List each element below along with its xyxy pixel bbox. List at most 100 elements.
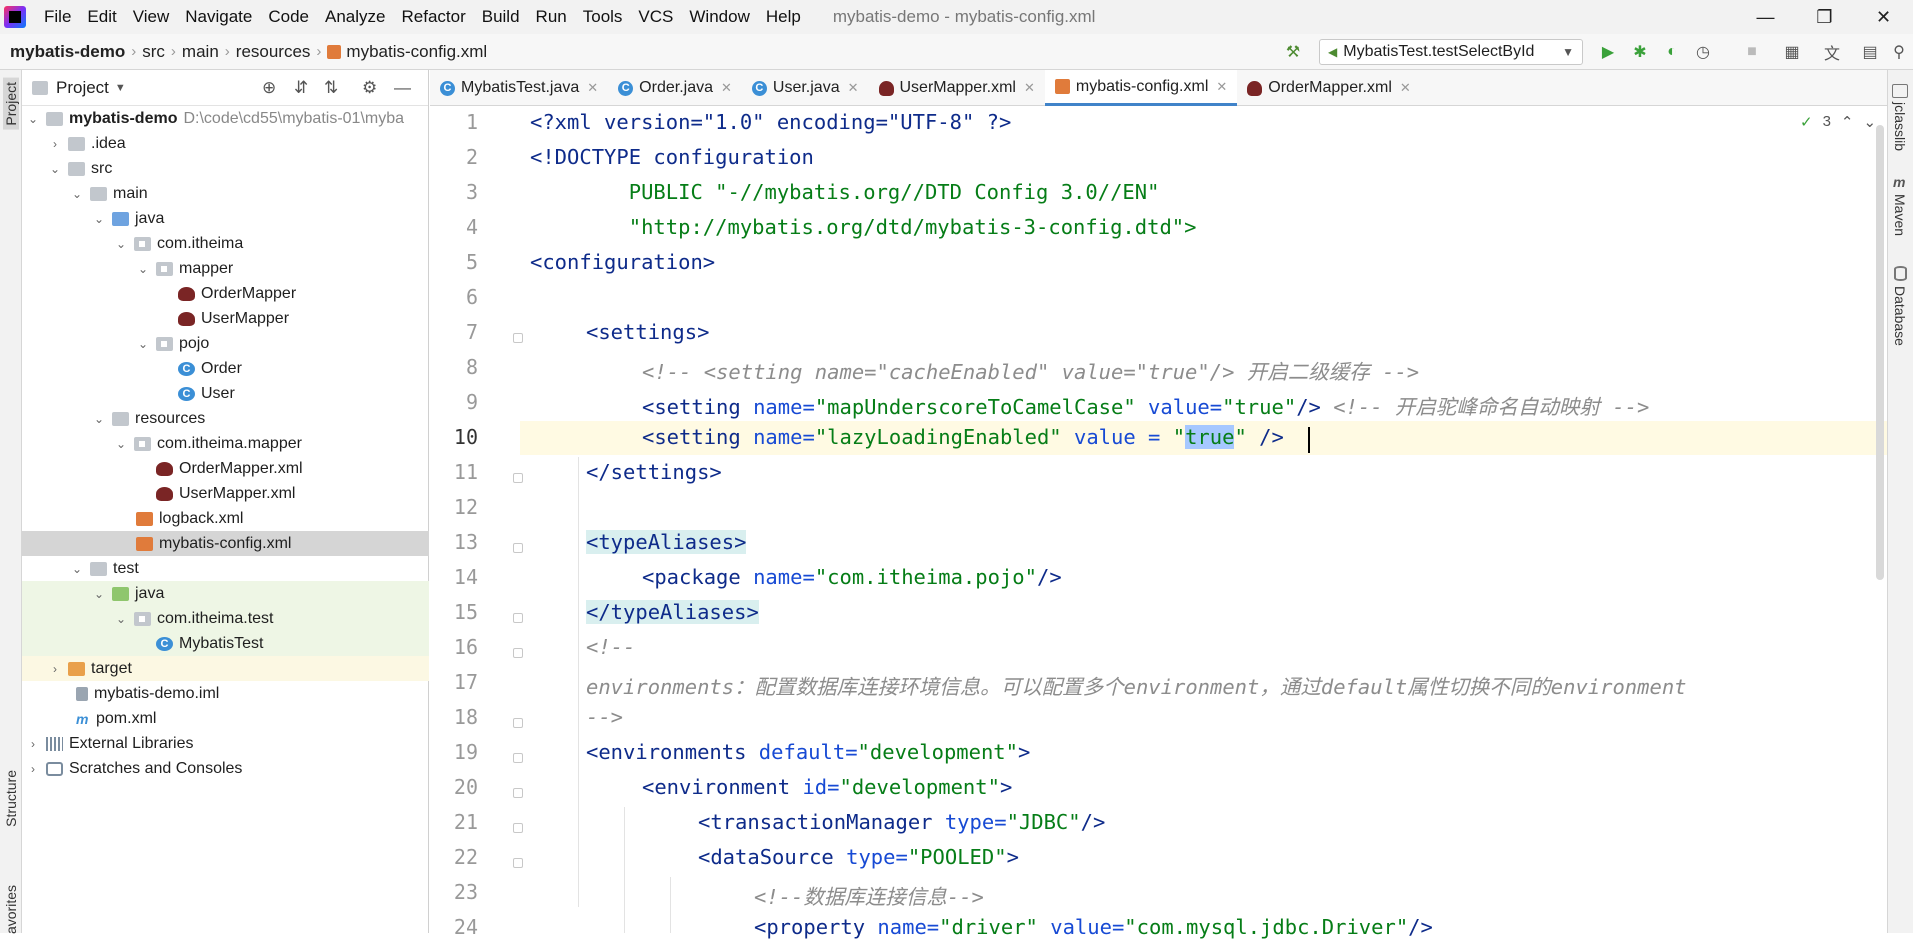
minimize-button[interactable]: — xyxy=(1736,0,1795,34)
chevron-down-icon[interactable]: ⌄ xyxy=(114,437,128,451)
gear-icon[interactable]: ⚙ xyxy=(362,78,377,98)
menu-navigate[interactable]: Navigate xyxy=(177,7,260,27)
menu-view[interactable]: View xyxy=(125,7,178,27)
tree-item-ordermapper[interactable]: OrderMapper xyxy=(22,281,429,306)
tree-item-user[interactable]: C User xyxy=(22,381,429,406)
tab-usermapper-xml[interactable]: UserMapper.xml ✕ xyxy=(869,70,1045,106)
tree-item-test-java[interactable]: ⌄ java xyxy=(22,581,429,606)
chevron-up-icon[interactable]: ⌃ xyxy=(1841,113,1854,131)
menu-analyze[interactable]: Analyze xyxy=(317,7,393,27)
close-window-button[interactable]: ✕ xyxy=(1854,0,1913,34)
tree-item-order[interactable]: C Order xyxy=(22,356,429,381)
tree-item-test[interactable]: ⌄ test xyxy=(22,556,429,581)
tree-item-idea[interactable]: › .idea xyxy=(22,131,429,156)
chevron-down-icon[interactable]: ⌄ xyxy=(48,162,62,176)
structure-tool-tab[interactable]: Structure xyxy=(3,770,19,827)
tree-item-external-libraries[interactable]: › External Libraries xyxy=(22,731,429,756)
jclasslib-tool-tab[interactable]: jclasslib xyxy=(1892,102,1908,151)
tree-item-mybatistest[interactable]: C MybatisTest xyxy=(22,631,429,656)
tab-mybatis-config-xml[interactable]: mybatis-config.xml ✕ xyxy=(1044,70,1238,106)
chevron-right-icon[interactable]: › xyxy=(26,737,40,751)
tree-item-com-itheima[interactable]: ⌄ com.itheima xyxy=(22,231,429,256)
tree-item-scratches[interactable]: › Scratches and Consoles xyxy=(22,756,429,781)
fold-marker-icon[interactable] xyxy=(513,823,523,833)
chevron-down-icon[interactable]: ⌄ xyxy=(136,262,150,276)
tree-item-pom-xml[interactable]: m pom.xml xyxy=(22,706,429,731)
tree-item-usermapper-xml[interactable]: UserMapper.xml xyxy=(22,481,429,506)
menu-refactor[interactable]: Refactor xyxy=(393,7,473,27)
close-icon[interactable]: ✕ xyxy=(1216,79,1227,95)
menu-build[interactable]: Build xyxy=(474,7,528,27)
code-editor[interactable]: ✓ 3 ⌃ ⌄ 1 2 3 4 5 6 7 8 9 10 11 12 13 14… xyxy=(430,107,1887,939)
tree-item-target[interactable]: › target xyxy=(22,656,429,681)
tab-user-java[interactable]: C User.java ✕ xyxy=(742,70,869,106)
fold-marker-icon[interactable] xyxy=(513,333,523,343)
close-icon[interactable]: ✕ xyxy=(1024,80,1035,96)
fold-marker-icon[interactable] xyxy=(513,858,523,868)
search-icon[interactable]: ⚲ xyxy=(1889,42,1909,62)
run-configuration-select[interactable]: ◀ MybatisTest.testSelectById ▼ xyxy=(1319,39,1583,65)
tree-item-project-root[interactable]: ⌄ mybatis-demo D:\code\cd55\mybatis-01\m… xyxy=(22,106,429,131)
tab-ordermapper-xml[interactable]: OrderMapper.xml ✕ xyxy=(1237,70,1421,106)
database-tool-tab[interactable]: Database xyxy=(1892,286,1908,346)
tree-item-iml[interactable]: mybatis-demo.iml xyxy=(22,681,429,706)
tree-item-src[interactable]: ⌄ src xyxy=(22,156,429,181)
menu-vcs[interactable]: VCS xyxy=(630,7,681,27)
inspection-widget[interactable]: ✓ 3 ⌃ ⌄ xyxy=(1800,113,1876,131)
chevron-down-icon[interactable]: ⌄ xyxy=(92,412,106,426)
debug-icon[interactable]: ✱ xyxy=(1630,42,1650,62)
collapse-all-icon[interactable]: ⇅ xyxy=(324,78,338,98)
chevron-down-icon[interactable]: ⌄ xyxy=(1864,113,1877,131)
breadcrumb-file[interactable]: mybatis-config.xml xyxy=(346,42,487,62)
breadcrumb-resources[interactable]: resources xyxy=(236,42,311,62)
menu-run[interactable]: Run xyxy=(528,7,575,27)
chevron-down-icon[interactable]: ⌄ xyxy=(92,212,106,226)
favorites-tool-tab[interactable]: avorites xyxy=(3,885,19,934)
fold-marker-icon[interactable] xyxy=(513,613,523,623)
breadcrumb-main[interactable]: main xyxy=(182,42,219,62)
chevron-down-icon[interactable]: ⌄ xyxy=(70,187,84,201)
tree-item-resources[interactable]: ⌄ resources xyxy=(22,406,429,431)
tree-item-pojo[interactable]: ⌄ pojo xyxy=(22,331,429,356)
tree-item-com-itheima-test[interactable]: ⌄ com.itheima.test xyxy=(22,606,429,631)
expand-all-icon[interactable]: ⇵ xyxy=(294,78,308,98)
fold-marker-icon[interactable] xyxy=(513,718,523,728)
chevron-right-icon[interactable]: › xyxy=(48,662,62,676)
vertical-scrollbar[interactable] xyxy=(1876,125,1884,580)
chevron-down-icon[interactable]: ⌄ xyxy=(70,562,84,576)
build-hammer-icon[interactable]: ⚒ xyxy=(1283,42,1303,62)
menu-tools[interactable]: Tools xyxy=(575,7,631,27)
tree-item-ordermapper-xml[interactable]: OrderMapper.xml xyxy=(22,456,429,481)
chevron-down-icon[interactable]: ⌄ xyxy=(114,612,128,626)
close-icon[interactable]: ✕ xyxy=(721,80,732,96)
close-icon[interactable]: ✕ xyxy=(848,80,859,96)
chevron-right-icon[interactable]: › xyxy=(26,762,40,776)
menu-help[interactable]: Help xyxy=(758,7,809,27)
breadcrumb-project[interactable]: mybatis-demo xyxy=(10,42,125,62)
chevron-right-icon[interactable]: › xyxy=(48,137,62,151)
tree-item-usermapper[interactable]: UserMapper xyxy=(22,306,429,331)
chevron-down-icon[interactable]: ▼ xyxy=(115,82,126,94)
tree-item-mybatis-config-xml[interactable]: mybatis-config.xml xyxy=(22,531,429,556)
chevron-down-icon[interactable]: ⌄ xyxy=(114,237,128,251)
fold-marker-icon[interactable] xyxy=(513,543,523,553)
menu-window[interactable]: Window xyxy=(681,7,757,27)
project-tool-tab[interactable]: Project xyxy=(3,78,19,130)
chevron-down-icon[interactable]: ⌄ xyxy=(92,587,106,601)
restore-button[interactable]: ❐ xyxy=(1795,0,1854,34)
tab-order-java[interactable]: C Order.java ✕ xyxy=(608,70,742,106)
translate-icon[interactable]: 文 xyxy=(1822,42,1842,63)
tab-mybatistest-java[interactable]: C MybatisTest.java ✕ xyxy=(430,70,608,106)
fold-marker-icon[interactable] xyxy=(513,753,523,763)
locate-icon[interactable]: ⊕ xyxy=(262,78,276,98)
project-structure-icon[interactable]: ▦ xyxy=(1782,42,1802,62)
breadcrumb-src[interactable]: src xyxy=(142,42,165,62)
tree-item-java[interactable]: ⌄ java xyxy=(22,206,429,231)
menu-edit[interactable]: Edit xyxy=(79,7,124,27)
profiler-icon[interactable]: ◷ xyxy=(1693,42,1713,62)
coverage-icon[interactable]: ◐ xyxy=(1662,42,1682,62)
fold-marker-icon[interactable] xyxy=(513,473,523,483)
tree-item-com-itheima-mapper[interactable]: ⌄ com.itheima.mapper xyxy=(22,431,429,456)
tree-item-mapper[interactable]: ⌄ mapper xyxy=(22,256,429,281)
tree-item-logback-xml[interactable]: logback.xml xyxy=(22,506,429,531)
